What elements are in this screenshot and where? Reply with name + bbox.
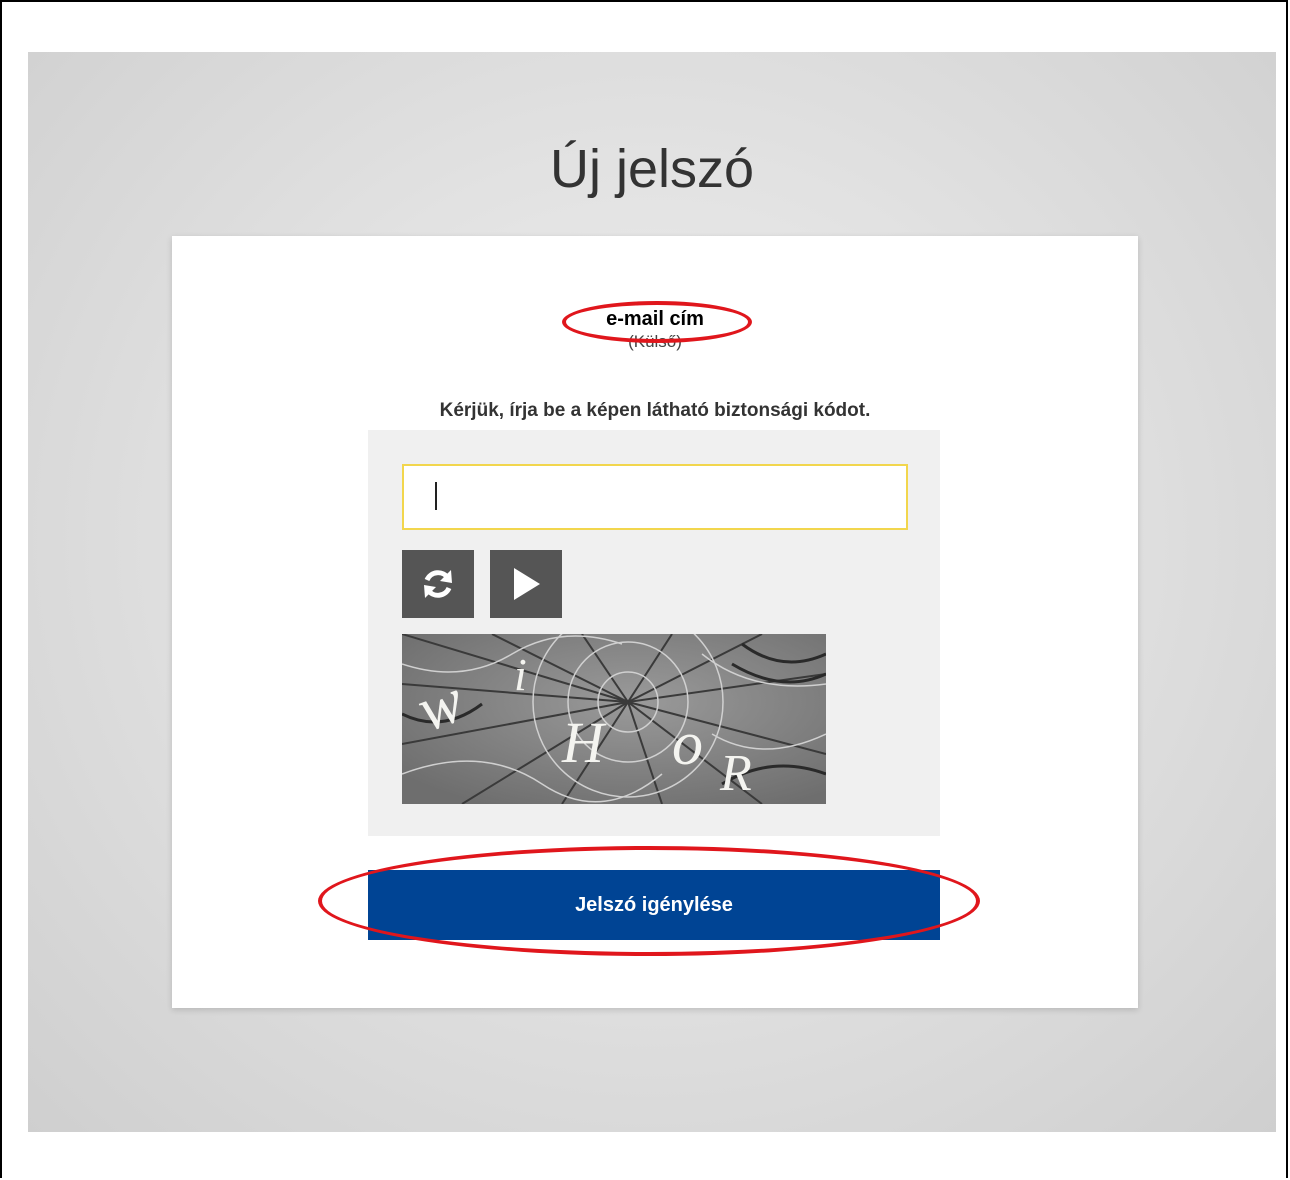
refresh-icon: [424, 570, 452, 598]
captcha-prompt: Kérjük, írja be a képen látható biztonsá…: [439, 400, 871, 421]
refresh-captcha-button[interactable]: [402, 550, 474, 618]
svg-text:R: R: [719, 745, 752, 802]
captcha-panel: w i H o R: [368, 430, 940, 836]
svg-text:i: i: [514, 649, 527, 700]
play-icon: [514, 568, 540, 600]
text-cursor: [435, 482, 437, 510]
request-password-button[interactable]: Jelszó igénylése: [368, 870, 940, 940]
email-type-label: (Külső): [628, 332, 682, 351]
password-request-card: e-mail cím (Külső) Kérjük, írja be a kép…: [172, 236, 1138, 1008]
captcha-graphic: w i H o R: [402, 634, 826, 804]
svg-text:o: o: [672, 710, 703, 778]
svg-text:H: H: [561, 710, 607, 775]
page-background: Új jelszó e-mail cím (Külső) Kérjük, írj…: [28, 52, 1276, 1132]
page-title: Új jelszó: [549, 139, 755, 199]
captcha-input[interactable]: [402, 464, 908, 530]
audio-captcha-button[interactable]: [490, 550, 562, 618]
email-label: e-mail cím: [606, 308, 704, 330]
captcha-image: w i H o R: [402, 634, 826, 804]
